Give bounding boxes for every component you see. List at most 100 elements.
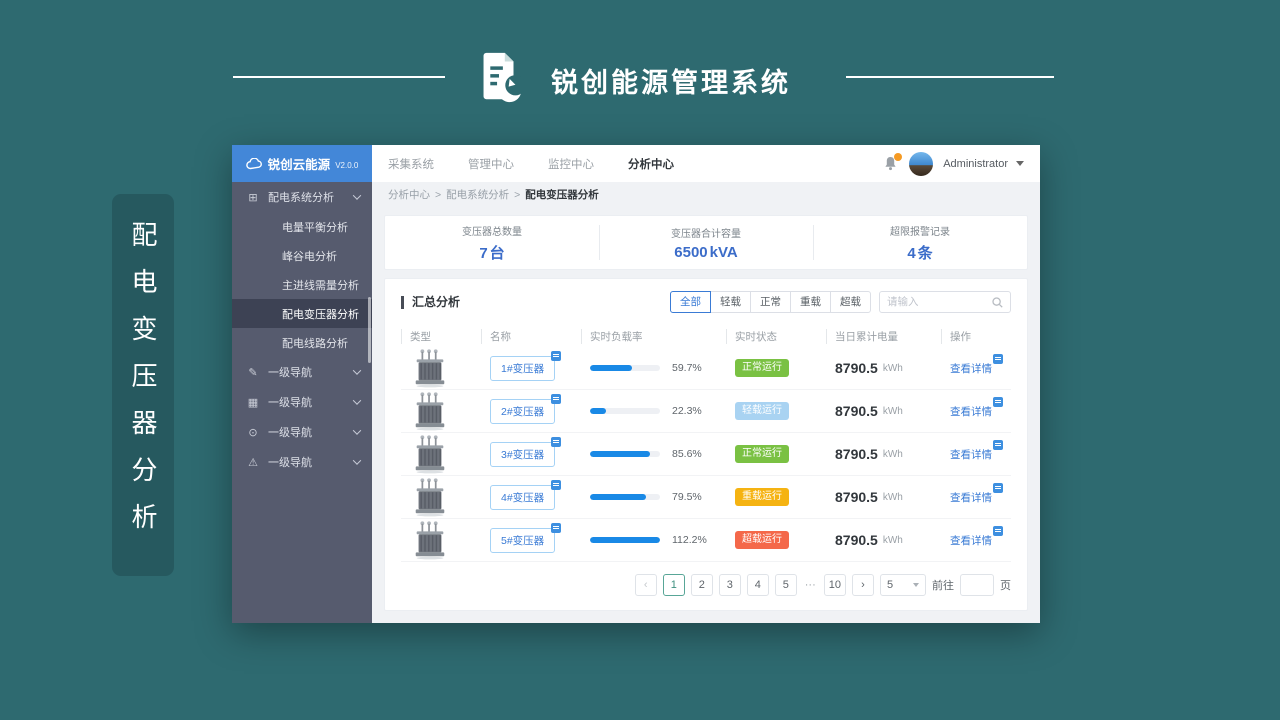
chevron-down-icon <box>352 456 362 465</box>
col-header-action: 操作 <box>941 328 1011 344</box>
circle-icon: ⊙ <box>248 426 258 439</box>
main-area: 采集系统 管理中心 监控中心 分析中心 Administrator 分析中心 >… <box>372 145 1040 623</box>
panel-title: 汇总分析 <box>401 295 460 309</box>
avatar[interactable] <box>909 151 934 176</box>
chevron-down-icon <box>352 426 362 435</box>
app-window: 锐创云能源 V2.0.0 ⊞ 配电系统分析 电量平衡分析 峰谷电分析 主进线需量… <box>232 145 1040 623</box>
sidebar-item-main-line-demand[interactable]: 主进线需量分析 <box>232 270 372 299</box>
view-details-link[interactable]: 查看详情 <box>950 363 992 375</box>
detail-badge-icon <box>993 482 1003 493</box>
view-details-link[interactable]: 查看详情 <box>950 449 992 461</box>
transformer-image <box>415 349 445 388</box>
status-badge: 超载运行 <box>735 531 789 549</box>
load-percentage: 85.6% <box>672 448 702 460</box>
sidebar-item-label: 一级导航 <box>268 457 312 469</box>
side-vertical-label-text: 配电变压器分析 <box>128 220 158 550</box>
topnav-analysis-center[interactable]: 分析中心 <box>628 156 674 172</box>
breadcrumb-analysis-center[interactable]: 分析中心 <box>388 187 430 202</box>
sidebar-item-level1-d[interactable]: ⚠ 一级导航 <box>232 447 372 477</box>
energy-value: 8790.5 <box>835 489 878 505</box>
breadcrumb: 分析中心 > 配电系统分析 > 配电变压器分析 <box>372 182 1040 207</box>
sidebar-item-level1-b[interactable]: ▦ 一级导航 <box>232 387 372 417</box>
energy-unit: kWh <box>882 534 903 546</box>
goto-page-input[interactable] <box>960 574 994 596</box>
notification-badge <box>894 152 903 161</box>
summary-panel: 汇总分析 全部 轻载 正常 重载 超载 请输入 类型 名称 实时负载率 实时状态… <box>384 278 1028 611</box>
table-row: 3#变压器 85.6% 正常运行 8790.5 kWh 查看详情 <box>401 433 1011 476</box>
breadcrumb-separator: > <box>435 188 442 201</box>
sidebar-item-line-analysis[interactable]: 配电线路分析 <box>232 328 372 357</box>
transformer-image <box>415 392 445 431</box>
sidebar-group-distribution-analysis[interactable]: ⊞ 配电系统分析 <box>232 182 372 212</box>
page-unit-label: 页 <box>1000 580 1011 592</box>
brand-header: 锐创能源管理系统 <box>0 48 1280 108</box>
page-background: 锐创能源管理系统 配电变压器分析 锐创云能源 V2.0.0 ⊞ 配电系统分析 电… <box>0 0 1280 720</box>
sidebar-item-transformer-analysis[interactable]: 配电变压器分析 <box>232 299 372 328</box>
energy-value: 8790.5 <box>835 403 878 419</box>
filter-heavy-button[interactable]: 重载 <box>790 291 831 313</box>
view-details-link[interactable]: 查看详情 <box>950 492 992 504</box>
transformer-image <box>415 435 445 474</box>
transformer-name-button[interactable]: 4#变压器 <box>490 484 556 510</box>
pagination-ellipsis[interactable]: ··· <box>803 579 818 591</box>
stat-value: 7台 <box>479 244 505 262</box>
transformer-name-button[interactable]: 5#变压器 <box>490 527 556 553</box>
stat-label: 超限报警记录 <box>890 226 950 238</box>
select-caret-icon <box>913 583 919 587</box>
transformer-name-button[interactable]: 1#变压器 <box>490 355 556 381</box>
chevron-down-icon <box>352 191 362 200</box>
pagination-page-4[interactable]: 4 <box>746 574 769 596</box>
cloud-icon <box>245 157 262 169</box>
pagination-page-5[interactable]: 5 <box>774 574 797 596</box>
filter-normal-button[interactable]: 正常 <box>750 291 791 313</box>
filter-light-button[interactable]: 轻载 <box>710 291 751 313</box>
sidebar-item-peak-valley[interactable]: 峰谷电分析 <box>232 241 372 270</box>
col-header-status: 实时状态 <box>726 328 826 344</box>
load-progress-bar <box>590 408 660 414</box>
status-badge: 重载运行 <box>735 488 789 506</box>
search-icon[interactable] <box>992 296 1003 308</box>
filter-overload-button[interactable]: 超载 <box>830 291 871 313</box>
transformer-image <box>415 478 445 517</box>
view-details-link[interactable]: 查看详情 <box>950 535 992 547</box>
pagination-prev-button[interactable]: ‹ <box>634 574 657 596</box>
pagination-page-1[interactable]: 1 <box>662 574 685 596</box>
status-badge: 正常运行 <box>735 359 789 377</box>
table-header-row: 类型 名称 实时负载率 实时状态 当日累计电量 操作 <box>401 325 1011 347</box>
view-details-link[interactable]: 查看详情 <box>950 406 992 418</box>
stat-total-capacity: 变压器合计容量 6500 kVA <box>599 216 813 269</box>
sidebar-item-level1-a[interactable]: ✎ 一级导航 <box>232 357 372 387</box>
topnav-management-center[interactable]: 管理中心 <box>468 156 514 172</box>
topnav-monitoring-center[interactable]: 监控中心 <box>548 156 594 172</box>
transformer-name-button[interactable]: 2#变压器 <box>490 398 556 424</box>
grid-icon: ▦ <box>247 396 259 409</box>
load-percentage: 79.5% <box>672 491 702 503</box>
breadcrumb-distribution-analysis[interactable]: 配电系统分析 <box>446 187 509 202</box>
sidebar-item-power-balance[interactable]: 电量平衡分析 <box>232 212 372 241</box>
sidebar-item-level1-c[interactable]: ⊙ 一级导航 <box>232 417 372 447</box>
user-menu-caret-icon[interactable] <box>1016 161 1024 166</box>
sidebar-item-label: 一级导航 <box>268 427 312 439</box>
page-size-select[interactable]: 5 <box>880 574 926 596</box>
stat-label: 变压器合计容量 <box>671 228 741 240</box>
load-progress-bar <box>590 365 660 371</box>
stat-transformer-count: 变压器总数量 7台 <box>385 216 599 269</box>
search-input[interactable] <box>887 296 992 308</box>
pagination-next-button[interactable]: › <box>852 574 874 596</box>
top-navbar: 采集系统 管理中心 监控中心 分析中心 Administrator <box>372 145 1040 182</box>
group-icon: ⊞ <box>248 191 258 204</box>
topnav-collection-system[interactable]: 采集系统 <box>388 156 434 172</box>
pagination-page-10[interactable]: 10 <box>823 574 846 596</box>
filter-all-button[interactable]: 全部 <box>670 291 711 313</box>
energy-value: 8790.5 <box>835 360 878 376</box>
status-badge: 轻载运行 <box>735 402 789 420</box>
sidebar-scrollbar[interactable] <box>368 297 371 363</box>
stat-value: 4条 <box>907 244 933 262</box>
pagination-page-2[interactable]: 2 <box>690 574 713 596</box>
pagination-page-3[interactable]: 3 <box>718 574 741 596</box>
stat-label: 变压器总数量 <box>462 226 522 238</box>
notification-bell-icon[interactable] <box>883 152 903 173</box>
energy-unit: kWh <box>882 448 903 460</box>
transformer-name-button[interactable]: 3#变压器 <box>490 441 556 467</box>
goto-label: 前往 <box>932 580 954 592</box>
